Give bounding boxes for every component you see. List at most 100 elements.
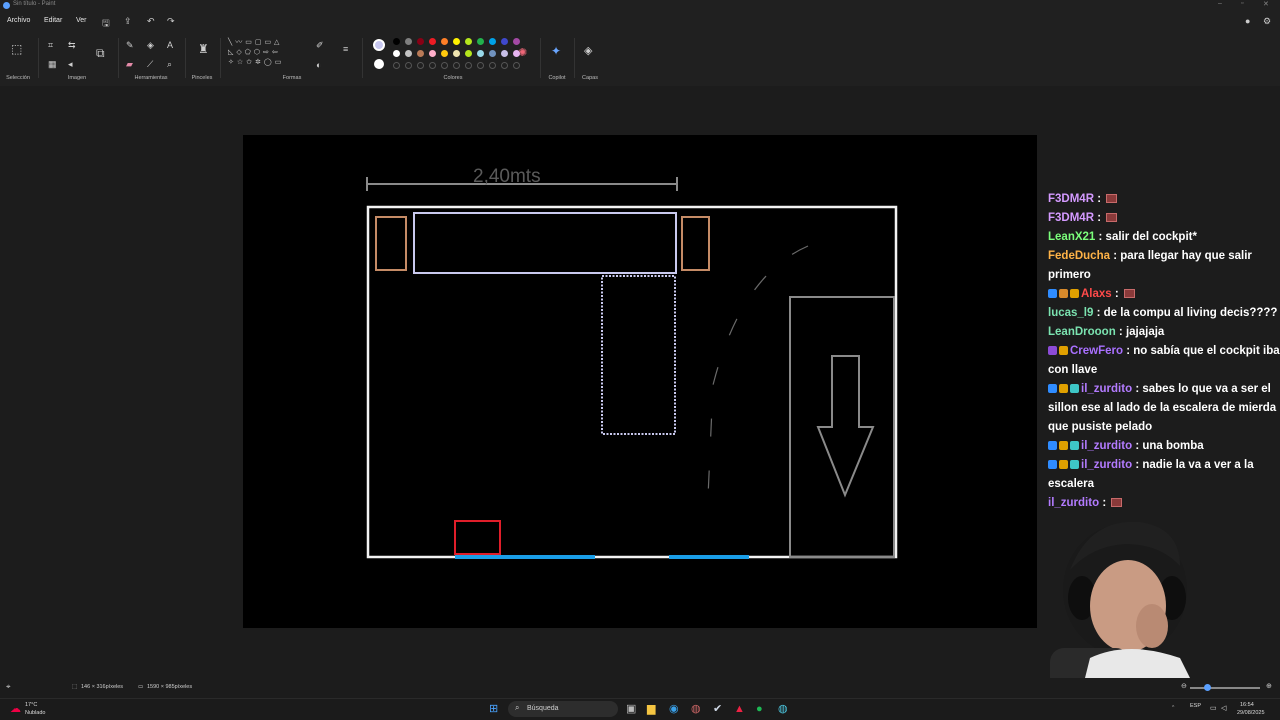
custom-color-slot[interactable] (393, 62, 400, 69)
selected-rect[interactable] (601, 275, 676, 435)
palette-color-swatch[interactable] (405, 38, 412, 45)
custom-color-slot[interactable] (453, 62, 460, 69)
tray-chevron-icon[interactable]: ˆ (1172, 706, 1174, 713)
palette-color-swatch[interactable] (465, 38, 472, 45)
palette-color-swatch[interactable] (393, 38, 400, 45)
palette-color-swatch[interactable] (429, 38, 436, 45)
palette-color-swatch[interactable] (513, 50, 520, 57)
palette-color-swatch[interactable] (501, 50, 508, 57)
image-select-icon[interactable]: ▦ (48, 59, 57, 69)
pencil-icon[interactable]: ✎ (126, 40, 134, 50)
palette-color-swatch[interactable] (453, 50, 460, 57)
paint-taskbar-icon[interactable]: ◍ (778, 703, 788, 715)
palette-color-swatch[interactable] (441, 38, 448, 45)
layers-icon[interactable]: ◈ (584, 46, 592, 57)
weather-icon[interactable]: ☁ (10, 703, 21, 715)
palette-color-swatch[interactable] (393, 50, 400, 57)
menu-archivo[interactable]: Archivo (7, 17, 30, 24)
clock-time[interactable]: 16:54 (1240, 702, 1254, 708)
palette-color-swatch[interactable] (513, 38, 520, 45)
image-tools-icon[interactable]: ⧉ (96, 47, 105, 59)
custom-color-slot[interactable] (501, 62, 508, 69)
custom-color-slot[interactable] (429, 62, 436, 69)
edge-browser-icon[interactable]: ◉ (669, 703, 679, 715)
network-icon[interactable]: ▭ (1210, 704, 1217, 712)
chat-username[interactable]: Alaxs (1081, 288, 1112, 300)
file-explorer-icon[interactable]: ▆ (647, 703, 655, 715)
resize-icon[interactable]: ⇆ (68, 40, 76, 50)
custom-color-slot[interactable] (441, 62, 448, 69)
custom-color-slot[interactable] (513, 62, 520, 69)
text-icon[interactable]: A (167, 40, 173, 50)
crop-icon[interactable]: ⌗ (48, 40, 53, 50)
volume-icon[interactable]: ◁ (1221, 704, 1226, 712)
custom-color-slot[interactable] (465, 62, 472, 69)
drawing-canvas[interactable]: 2,40mts (243, 135, 1037, 628)
custom-color-slot[interactable] (477, 62, 484, 69)
chat-username[interactable]: F3DM4R (1048, 212, 1094, 224)
chat-username[interactable]: F3DM4R (1048, 193, 1094, 205)
language-indicator[interactable]: ESP (1190, 703, 1201, 709)
spotify-icon[interactable]: ● (756, 703, 763, 715)
account-icon[interactable]: ● (1245, 16, 1250, 26)
zoom-out-icon[interactable]: ⊖ (1181, 682, 1187, 690)
menu-editar[interactable]: Editar (44, 17, 62, 24)
chat-username[interactable]: CrewFero (1070, 345, 1123, 357)
zoom-slider-track[interactable] (1190, 687, 1260, 689)
close-icon[interactable]: ✕ (1263, 0, 1269, 8)
palette-color-swatch[interactable] (417, 38, 424, 45)
clock-date[interactable]: 29/08/2025 (1237, 710, 1265, 716)
minimize-icon[interactable]: – (1218, 0, 1222, 7)
color-picker-icon[interactable]: ⟋ (147, 59, 153, 69)
redo-icon[interactable]: ↷ (167, 16, 175, 27)
zoom-slider-thumb[interactable] (1204, 684, 1211, 691)
chat-username[interactable]: LeanX21 (1048, 231, 1095, 243)
palette-color-swatch[interactable] (477, 38, 484, 45)
palette-color-swatch[interactable] (477, 50, 484, 57)
taskbar-search[interactable]: ⌕ Búsqueda (508, 701, 618, 717)
chat-username[interactable]: lucas_l9 (1048, 307, 1093, 319)
primary-color-swatch[interactable] (373, 39, 385, 51)
palette-color-swatch[interactable] (465, 50, 472, 57)
streaming-app-icon[interactable]: ▲ (734, 703, 745, 715)
secondary-color-swatch[interactable] (374, 59, 384, 69)
chat-username[interactable]: FedeDucha (1048, 250, 1110, 262)
start-windows-icon[interactable]: ⊞ (489, 703, 498, 715)
save-icon[interactable]: 🖫 (102, 16, 110, 32)
palette-color-swatch[interactable] (441, 50, 448, 57)
undo-icon[interactable]: ↶ (147, 16, 155, 27)
palette-color-swatch[interactable] (489, 38, 496, 45)
palette-color-swatch[interactable] (489, 50, 496, 57)
steam-icon[interactable]: ✔ (713, 703, 722, 715)
palette-color-swatch[interactable] (501, 38, 508, 45)
selection-rect-icon[interactable]: ⬚ (11, 43, 22, 55)
obs-app-icon[interactable]: ◍ (691, 703, 701, 715)
shape-outline-icon[interactable]: ✐ (316, 40, 324, 50)
chat-username[interactable]: LeanDrooon (1048, 326, 1116, 338)
chat-username[interactable]: il_zurdito (1081, 459, 1132, 471)
shape-fill-icon[interactable]: ◐ (316, 60, 321, 70)
shapes-gallery[interactable]: ╲〰▭▢▭△ ◺◇⬠⬡⇨⇦ ✧☆✩✲◯▭ (228, 38, 306, 74)
palette-color-swatch[interactable] (429, 50, 436, 57)
palette-color-swatch[interactable] (405, 50, 412, 57)
chat-username[interactable]: il_zurdito (1081, 383, 1132, 395)
chat-username[interactable]: il_zurdito (1081, 440, 1132, 452)
task-view-icon[interactable]: ▣ (626, 703, 636, 715)
maximize-icon[interactable]: ▫ (1241, 0, 1243, 7)
custom-color-slot[interactable] (417, 62, 424, 69)
palette-color-swatch[interactable] (453, 38, 460, 45)
zoom-in-icon[interactable]: ⊕ (1266, 682, 1272, 690)
rotate-icon[interactable]: ◂ (68, 59, 73, 69)
palette-color-swatch[interactable] (417, 50, 424, 57)
menu-ver[interactable]: Ver (76, 17, 87, 24)
shape-size-icon[interactable]: ≡ (343, 44, 348, 54)
settings-gear-icon[interactable]: ⚙ (1263, 16, 1271, 27)
magnifier-icon[interactable]: ⌕ (167, 59, 172, 69)
eraser-icon[interactable]: ▰ (126, 59, 133, 69)
custom-color-slot[interactable] (405, 62, 412, 69)
brush-icon[interactable]: ♜ (198, 43, 209, 55)
fill-bucket-icon[interactable]: ◈ (147, 40, 154, 50)
custom-color-slot[interactable] (489, 62, 496, 69)
copilot-icon[interactable]: ✦ (551, 45, 561, 57)
share-icon[interactable]: ⇪ (124, 16, 132, 27)
